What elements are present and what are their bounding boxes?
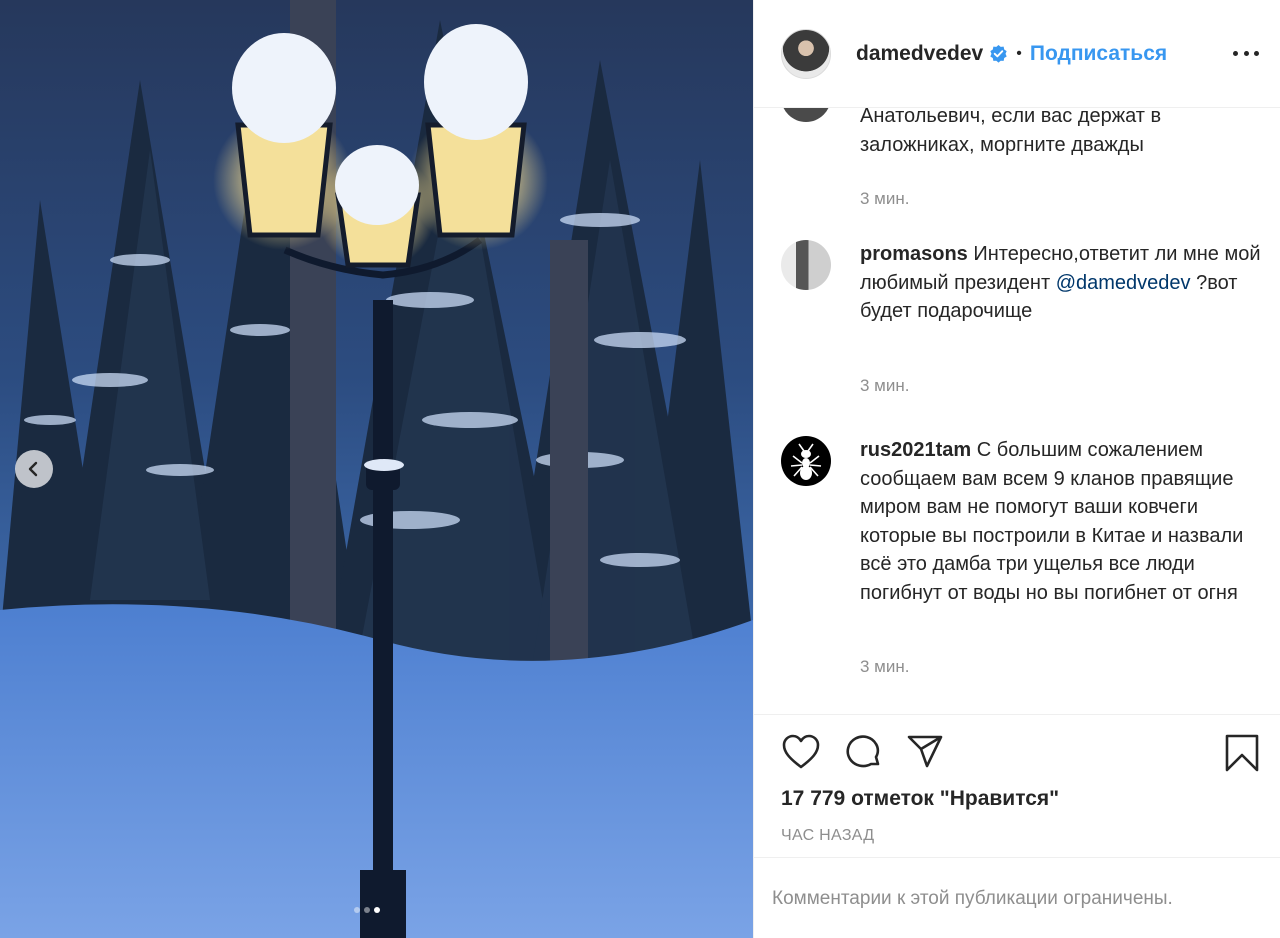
mention-link[interactable]: @damedvedev [1056,272,1191,294]
comment-username[interactable]: promasons [860,243,968,265]
comment-time[interactable]: 3 мин. [860,657,909,677]
comments-list: Анатольевич, если вас держат в заложника… [754,108,1280,714]
author-username[interactable]: damedvedev [856,42,983,66]
comment-text: rus2021tam С большим сожалением сообщаем… [860,439,1244,604]
avatar[interactable] [781,240,831,290]
ant-logo-icon [790,443,822,480]
separator-dot: • [1016,44,1022,62]
carousel-dot-active [374,907,380,913]
comment-time[interactable]: 3 мин. [860,376,909,396]
more-options-icon[interactable] [1233,43,1259,63]
post-image [0,0,753,938]
share-icon[interactable] [905,733,945,771]
comment-icon[interactable] [843,733,883,771]
likes-count[interactable]: 17 779 отметок "Нравится" [781,787,1059,811]
comment-time[interactable]: 3 мин. [860,189,909,209]
comments-limited-notice: Комментарии к этой публикации ограничены… [754,857,1280,938]
carousel-dot [354,907,360,913]
post-timestamp[interactable]: ЧАС НАЗАД [781,827,874,845]
avatar[interactable] [781,108,831,122]
avatar[interactable] [781,436,831,486]
winter-lamp-photo [0,0,753,938]
carousel-indicator [354,907,380,913]
post-actions: 17 779 отметок "Нравится" ЧАС НАЗАД Комм… [754,714,1280,938]
heart-icon[interactable] [781,733,821,771]
post-header: damedvedev • Подписаться [754,0,1280,108]
comment-text: promasons Интересно,ответит ли мне мой л… [860,243,1261,322]
carousel-dot [364,907,370,913]
chevron-left-icon [28,461,38,477]
avatar[interactable] [781,28,831,79]
follow-button[interactable]: Подписаться [1030,42,1167,66]
verified-badge-icon [990,44,1007,63]
comment-username[interactable]: rus2021tam [860,439,971,461]
comment-text: Анатольевич, если вас держат в заложника… [860,108,1162,156]
previous-slide-button[interactable] [15,450,53,488]
bookmark-icon[interactable] [1224,733,1260,773]
post-side-panel: damedvedev • Подписаться Анатольевич, ес… [753,0,1280,938]
